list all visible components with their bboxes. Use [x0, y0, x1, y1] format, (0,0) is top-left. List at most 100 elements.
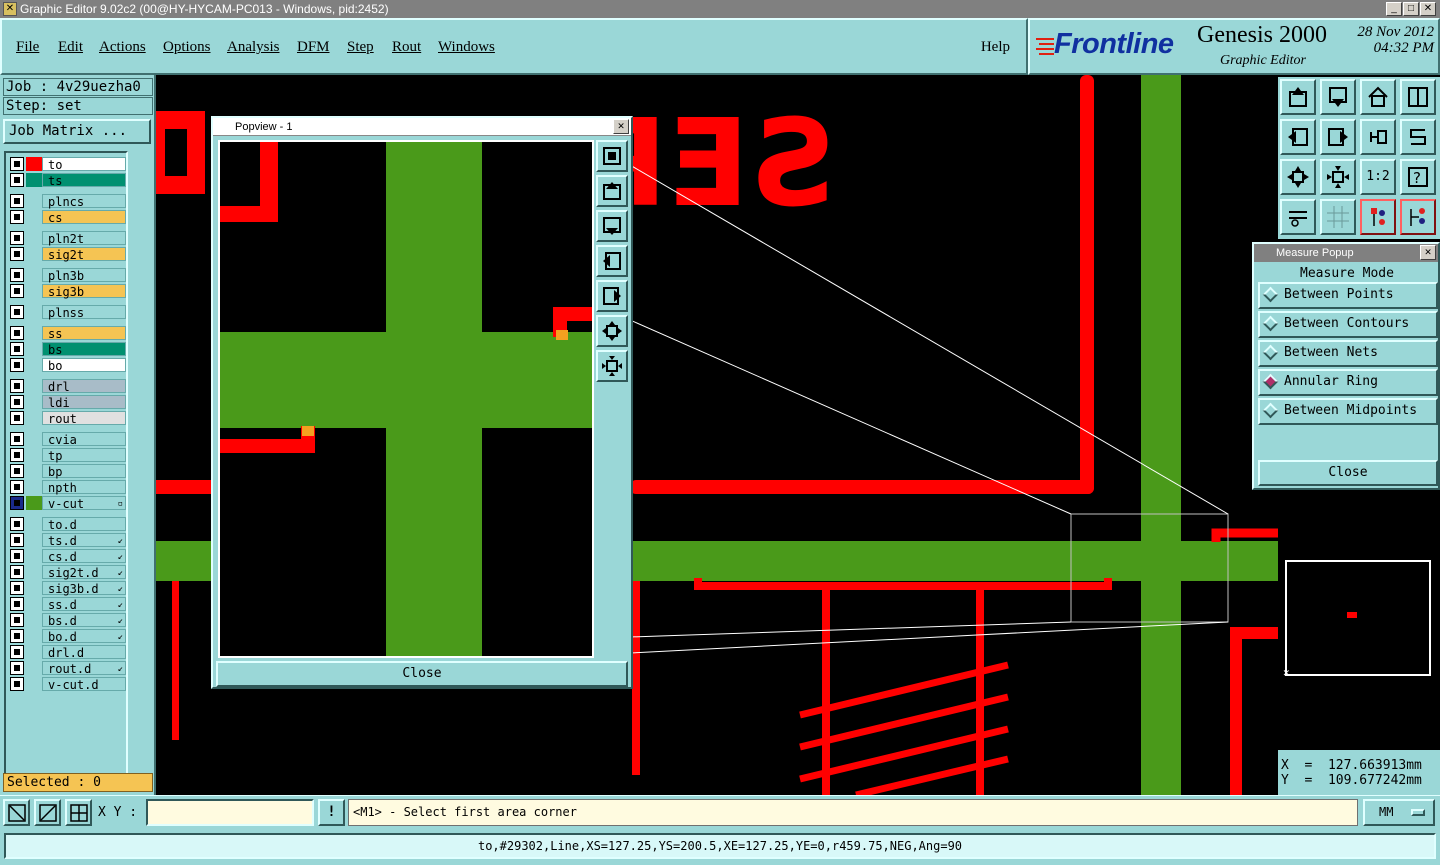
layer-checkbox[interactable]	[10, 517, 24, 531]
job-matrix-button[interactable]: Job Matrix ...	[3, 119, 151, 144]
zoom-in-icon[interactable]	[596, 315, 628, 347]
pan-right-icon[interactable]	[596, 280, 628, 312]
redraw-icon[interactable]	[1360, 119, 1396, 155]
help-icon[interactable]: ?	[1400, 159, 1436, 195]
layer-checkbox[interactable]	[10, 157, 24, 171]
layer-name[interactable]: ldi	[42, 395, 126, 410]
layer-name[interactable]: plncs	[42, 194, 126, 209]
layer-checkbox[interactable]	[10, 210, 24, 224]
net-connect-icon[interactable]	[1400, 199, 1436, 235]
menu-edit[interactable]: Edit	[58, 39, 83, 56]
overview-map[interactable]: ✕	[1283, 560, 1431, 679]
zoom-out-icon[interactable]	[596, 350, 628, 382]
layer-color-swatch[interactable]	[26, 173, 42, 187]
home-icon[interactable]	[1360, 79, 1396, 115]
menu-options[interactable]: Options	[163, 39, 211, 56]
popview-title-bar[interactable]: Popview - 1	[213, 118, 631, 136]
layer-name[interactable]: pln2t	[42, 231, 126, 246]
layer-color-swatch[interactable]	[26, 210, 42, 224]
layer-color-swatch[interactable]	[26, 581, 42, 595]
layer-name[interactable]: ts	[42, 173, 126, 188]
layer-checkbox[interactable]	[10, 496, 24, 510]
layer-row[interactable]: cs.d ↙	[10, 549, 126, 564]
layer-row[interactable]: tp	[10, 448, 126, 463]
layer-checkbox[interactable]	[10, 677, 24, 691]
layer-row[interactable]: bs	[10, 342, 126, 357]
layer-color-swatch[interactable]	[26, 268, 42, 282]
layer-color-swatch[interactable]	[26, 395, 42, 409]
layer-color-swatch[interactable]	[26, 645, 42, 659]
layer-list-scrollbar[interactable]	[128, 151, 152, 783]
layer-color-swatch[interactable]	[26, 432, 42, 446]
layer-name[interactable]: bo.d ↙	[42, 629, 126, 644]
layer-row[interactable]: v-cut ▫	[10, 496, 126, 511]
measure-snap-icon[interactable]	[34, 799, 61, 826]
layer-checkbox[interactable]	[10, 661, 24, 675]
layer-checkbox[interactable]	[10, 342, 24, 356]
layer-checkbox[interactable]	[10, 464, 24, 478]
mode-between-contours[interactable]: Between Contours	[1258, 311, 1438, 338]
swap-icon[interactable]	[1400, 119, 1436, 155]
layer-checkbox[interactable]	[10, 597, 24, 611]
layer-row[interactable]: to	[10, 157, 126, 172]
layer-name[interactable]: pln3b	[42, 268, 126, 283]
layer-name[interactable]: npth	[42, 480, 126, 495]
maximize-button[interactable]: □	[1403, 2, 1419, 16]
layer-color-swatch[interactable]	[26, 448, 42, 462]
layer-color-swatch[interactable]	[26, 358, 42, 372]
menu-rout[interactable]: Rout	[392, 39, 421, 56]
layer-name[interactable]: v-cut ▫	[42, 496, 126, 511]
layer-row[interactable]: sig3b	[10, 284, 126, 299]
grid-icon[interactable]	[1320, 199, 1356, 235]
layer-color-swatch[interactable]	[26, 480, 42, 494]
menu-dfm[interactable]: DFM	[297, 39, 330, 56]
zoom-in-icon[interactable]	[1280, 159, 1316, 195]
layer-name[interactable]: bp	[42, 464, 126, 479]
pan-down-icon[interactable]	[1320, 79, 1356, 115]
popview-canvas[interactable]	[218, 140, 594, 658]
layer-color-swatch[interactable]	[26, 464, 42, 478]
popview-close-icon[interactable]: ✕	[613, 119, 629, 134]
layer-color-swatch[interactable]	[26, 247, 42, 261]
layer-row[interactable]: sig3b.d ↙	[10, 581, 126, 596]
layer-color-swatch[interactable]	[26, 597, 42, 611]
menu-analysis[interactable]: Analysis	[227, 39, 280, 56]
layer-checkbox[interactable]	[10, 645, 24, 659]
layer-name[interactable]: sig2t.d ↙	[42, 565, 126, 580]
mode-between-midpoints[interactable]: Between Midpoints	[1258, 398, 1438, 425]
grid-snap-icon[interactable]	[65, 799, 92, 826]
layer-color-swatch[interactable]	[26, 517, 42, 531]
layer-row[interactable]: plnss	[10, 305, 126, 320]
layer-name[interactable]: to.d	[42, 517, 126, 532]
layer-color-swatch[interactable]	[26, 284, 42, 298]
menu-actions[interactable]: Actions	[99, 39, 146, 56]
mode-between-nets[interactable]: Between Nets	[1258, 340, 1438, 367]
layer-checkbox[interactable]	[10, 629, 24, 643]
layer-row[interactable]: plncs	[10, 194, 126, 209]
layer-checkbox[interactable]	[10, 358, 24, 372]
interrupt-button[interactable]: !	[318, 799, 345, 826]
layer-color-swatch[interactable]	[26, 379, 42, 393]
minimize-button[interactable]: _	[1386, 2, 1402, 16]
scale-button[interactable]: 1:2	[1360, 159, 1396, 195]
layer-checkbox[interactable]	[10, 432, 24, 446]
layer-checkbox[interactable]	[10, 613, 24, 627]
pan-left-icon[interactable]	[1280, 119, 1316, 155]
layer-color-swatch[interactable]	[26, 613, 42, 627]
mode-annular-ring[interactable]: Annular Ring	[1258, 369, 1438, 396]
layer-color-swatch[interactable]	[26, 326, 42, 340]
layer-row[interactable]: sig2t.d ↙	[10, 565, 126, 580]
mode-between-points[interactable]: Between Points	[1258, 282, 1438, 309]
measure-close-button[interactable]: Close	[1258, 460, 1438, 486]
layer-checkbox[interactable]	[10, 231, 24, 245]
pan-up-icon[interactable]	[596, 175, 628, 207]
layer-color-swatch[interactable]	[26, 533, 42, 547]
layer-checkbox[interactable]	[10, 411, 24, 425]
layer-row[interactable]: bo	[10, 358, 126, 373]
tools-icon[interactable]	[1280, 199, 1316, 235]
popview-close-button[interactable]: Close	[216, 661, 628, 687]
layer-row[interactable]: rout.d ↙	[10, 661, 126, 676]
layer-name[interactable]: rout.d ↙	[42, 661, 126, 676]
layer-checkbox[interactable]	[10, 173, 24, 187]
layer-color-swatch[interactable]	[26, 549, 42, 563]
